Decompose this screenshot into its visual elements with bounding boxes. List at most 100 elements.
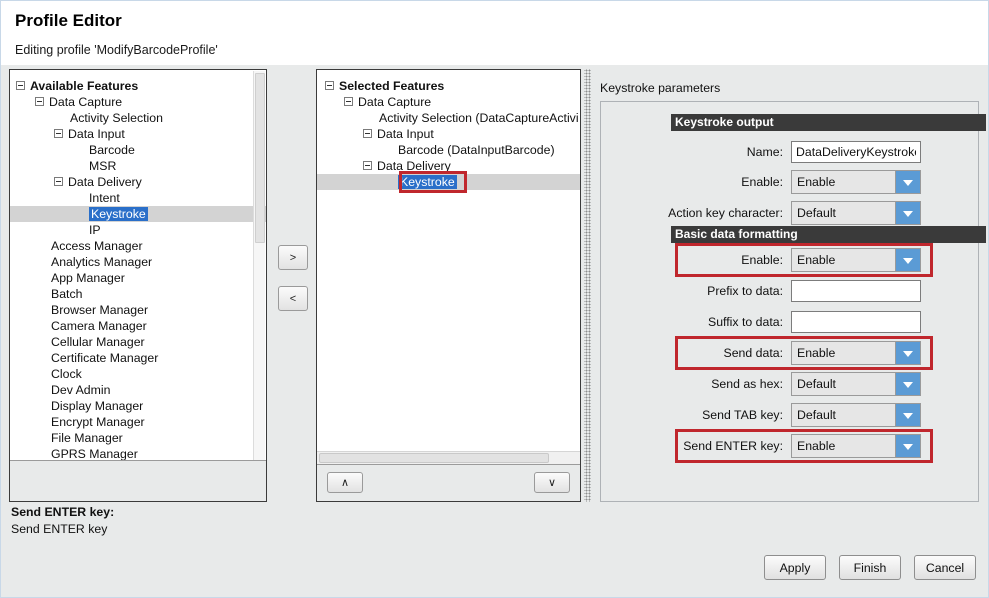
available-feature-item[interactable]: Available Features [10,78,266,94]
dropdown-value: Default [797,202,836,224]
available-features-tree[interactable]: Available FeaturesData CaptureActivity S… [10,70,266,461]
dropdown-enable[interactable]: Enable [791,170,921,194]
selected-feature-item[interactable]: Data Delivery [317,158,580,174]
add-feature-button[interactable]: > [278,245,308,270]
selected-feature-item[interactable]: Selected Features [317,78,580,94]
parameters-title: Keystroke parameters [600,81,720,95]
cancel-button[interactable]: Cancel [914,555,976,580]
dropdown-send-tab-key[interactable]: Default [791,403,921,427]
available-feature-item[interactable]: Activity Selection [10,110,266,126]
available-feature-item-label: Browser Manager [51,303,148,317]
collapse-toggle-icon[interactable] [344,97,353,106]
available-features-scrollarea[interactable]: Available FeaturesData CaptureActivity S… [10,70,266,461]
collapse-toggle-icon[interactable] [35,97,44,106]
selected-features-scrollarea[interactable]: Selected FeaturesData CaptureActivity Se… [317,70,580,450]
available-feature-item[interactable]: Certificate Manager [10,350,266,366]
remove-feature-button[interactable]: < [278,286,308,311]
text-input-suffix-to-data[interactable] [791,311,921,333]
available-feature-item[interactable]: Intent [10,190,266,206]
finish-button[interactable]: Finish [839,555,901,580]
available-feature-item[interactable]: Encrypt Manager [10,414,266,430]
available-feature-item[interactable]: Data Delivery [10,174,266,190]
field-label: Send TAB key: [601,403,783,427]
section-header-band: Basic data formatting [671,226,986,243]
field-label: Prefix to data: [601,279,783,303]
collapse-toggle-icon[interactable] [54,129,63,138]
chevron-down-icon[interactable] [895,171,920,193]
scroll-thumb-horizontal[interactable] [319,453,549,463]
available-feature-item[interactable]: GPRS Manager [10,446,266,461]
available-feature-item[interactable]: Barcode [10,142,266,158]
page-title: Profile Editor [15,11,122,31]
available-feature-item-label: Dev Admin [51,383,110,397]
apply-button[interactable]: Apply [764,555,826,580]
available-feature-item[interactable]: File Manager [10,430,266,446]
chevron-down-icon[interactable] [895,202,920,224]
field-label: Send as hex: [601,372,783,396]
available-feature-item[interactable]: App Manager [10,270,266,286]
available-feature-item[interactable]: Cellular Manager [10,334,266,350]
available-feature-item[interactable]: Dev Admin [10,382,266,398]
move-down-button[interactable]: ∨ [534,472,570,493]
available-feature-item[interactable]: Keystroke [10,206,266,222]
available-feature-item[interactable]: Analytics Manager [10,254,266,270]
dropdown-send-enter-key[interactable]: Enable [791,434,921,458]
selected-feature-item[interactable]: Data Capture [317,94,580,110]
available-feature-item[interactable]: Data Capture [10,94,266,110]
selected-feature-item[interactable]: Activity Selection (DataCaptureActivi [317,110,580,126]
dropdown-value: Default [797,373,836,395]
selected-features-hscrollbar[interactable] [317,451,580,464]
scroll-thumb[interactable] [255,73,265,243]
chevron-down-icon[interactable] [895,342,920,364]
available-feature-item[interactable]: Camera Manager [10,318,266,334]
field-label: Suffix to data: [601,310,783,334]
dropdown-send-as-hex[interactable]: Default [791,372,921,396]
available-feature-item-label: Clock [51,367,82,381]
available-feature-item-label: Encrypt Manager [51,415,145,429]
selected-feature-item[interactable]: Data Input [317,126,580,142]
dropdown-send-data[interactable]: Enable [791,341,921,365]
chevron-down-icon[interactable] [895,249,920,271]
chevron-down-icon[interactable] [895,373,920,395]
move-up-button[interactable]: ∧ [327,472,363,493]
collapse-toggle-icon[interactable] [54,177,63,186]
selected-feature-item[interactable]: Keystroke [317,174,580,190]
available-feature-item[interactable]: Display Manager [10,398,266,414]
collapse-toggle-icon[interactable] [325,81,334,90]
selected-features-footer: ∧ ∨ [317,464,580,501]
text-input-name[interactable] [791,141,921,163]
dropdown-action-key-character[interactable]: Default [791,201,921,225]
available-feature-item[interactable]: Batch [10,286,266,302]
status-title: Send ENTER key: [11,505,114,519]
body-region: Available FeaturesData CaptureActivity S… [1,65,988,545]
available-feature-item[interactable]: Clock [10,366,266,382]
section-header-label: Keystroke output [675,115,774,129]
selected-feature-item-label: Barcode (DataInputBarcode) [398,143,555,157]
dropdown-value: Enable [797,249,835,271]
selected-feature-item-label: Data Capture [358,95,431,109]
available-feature-item-label: Keystroke [89,207,148,221]
available-feature-item-label: Batch [51,287,82,301]
field-label: Enable: [601,248,783,272]
available-feature-item[interactable]: Browser Manager [10,302,266,318]
available-features-vscrollbar[interactable] [253,71,265,460]
available-feature-item[interactable]: IP [10,222,266,238]
dropdown-enable[interactable]: Enable [791,248,921,272]
selected-features-tree[interactable]: Selected FeaturesData CaptureActivity Se… [317,70,580,190]
collapse-toggle-icon[interactable] [363,129,372,138]
text-input-prefix-to-data[interactable] [791,280,921,302]
available-feature-item[interactable]: Access Manager [10,238,266,254]
selected-feature-item[interactable]: Barcode (DataInputBarcode) [317,142,580,158]
panel-splitter[interactable] [584,69,591,502]
available-feature-item[interactable]: MSR [10,158,266,174]
chevron-down-icon[interactable] [895,435,920,457]
selected-feature-item-label: Data Delivery [377,159,451,173]
collapse-toggle-icon[interactable] [363,161,372,170]
chevron-down-icon[interactable] [895,404,920,426]
available-feature-item-label: Cellular Manager [51,335,145,349]
available-feature-item[interactable]: Data Input [10,126,266,142]
available-feature-item-label: Camera Manager [51,319,147,333]
header: Profile Editor Editing profile 'ModifyBa… [1,1,988,65]
collapse-toggle-icon[interactable] [16,81,25,90]
available-feature-item-label: Data Delivery [68,175,142,189]
